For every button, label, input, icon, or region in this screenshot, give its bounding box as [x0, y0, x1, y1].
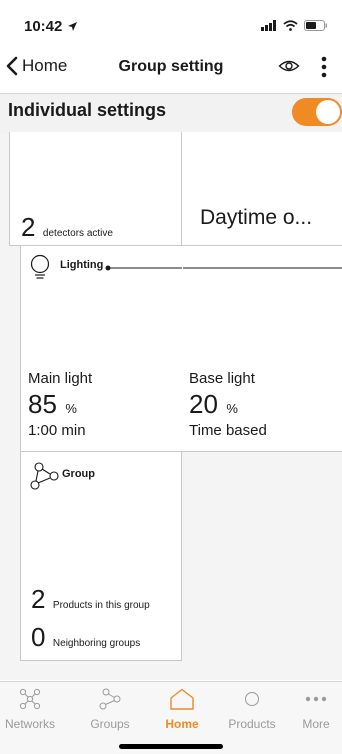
toggle-knob [316, 100, 340, 124]
tab-networks[interactable]: Networks [0, 688, 60, 731]
base-light-unit: % [226, 401, 238, 416]
battery-icon [304, 20, 327, 31]
daytime-tile[interactable]: Daytime o... [181, 132, 342, 246]
group-title: Group [62, 468, 95, 480]
neighbors-label: Neighboring groups [52, 638, 141, 649]
vertical-dots-icon [321, 56, 327, 78]
products-label: Products in this group [52, 600, 150, 611]
products-row: 2 Products in this group [31, 584, 150, 615]
lighting-tile[interactable]: Lighting Main light 85 % 1:00 min Base l… [20, 245, 342, 452]
status-time: 10:42 [24, 18, 78, 35]
individual-settings-header: Individual settings [0, 94, 342, 134]
base-light-value: 20 [189, 389, 218, 419]
networks-icon [19, 688, 41, 710]
tab-products[interactable]: Products [222, 688, 282, 731]
status-bar: 10:42 [0, 0, 342, 44]
tab-home[interactable]: Home [152, 688, 212, 731]
detectors-tile[interactable]: 2 detectors active [9, 132, 182, 246]
tab-more[interactable]: More [290, 688, 342, 731]
signal-icon [261, 20, 276, 31]
daytime-text: Daytime o... [200, 206, 313, 229]
products-icon [245, 692, 259, 706]
base-light-value-row: 20 % [189, 389, 267, 420]
main-light-value: 85 [28, 389, 57, 419]
more-icon [305, 696, 327, 702]
eye-icon [278, 60, 300, 72]
base-light-mode: Time based [189, 422, 267, 439]
main-light-unit: % [65, 401, 77, 416]
main-light-label: Main light [28, 370, 93, 387]
neighbors-row: 0 Neighboring groups [31, 622, 140, 653]
navigation-bar: Home Group setting [0, 52, 342, 88]
products-count: 2 [31, 584, 46, 614]
base-light-block: Base light 20 % Time based [189, 370, 267, 439]
wifi-icon [283, 20, 298, 31]
main-light-block: Main light 85 % 1:00 min [28, 370, 92, 439]
tab-products-label: Products [228, 717, 276, 731]
group-tile[interactable]: Group 2 Products in this group 0 Neighbo… [20, 451, 182, 661]
detectors-label: detectors active [42, 228, 113, 239]
group-icon [30, 462, 59, 490]
home-icon [170, 688, 194, 710]
tab-more-label: More [302, 717, 330, 731]
more-options-button[interactable] [320, 56, 328, 83]
main-light-value-row: 85 % [28, 389, 92, 420]
lightbulb-icon [30, 254, 50, 279]
connector-line-icon [105, 265, 342, 271]
tab-home-label: Home [165, 717, 199, 731]
detectors-count: 2 [21, 212, 36, 242]
location-arrow-icon [67, 22, 77, 31]
tab-groups-label: Groups [90, 717, 130, 731]
detectors-summary: 2 detectors active [21, 212, 113, 243]
system-icons [261, 20, 328, 31]
home-indicator [119, 744, 223, 749]
groups-icon [99, 688, 121, 710]
tiles-area[interactable]: 2 detectors active Daytime o... Lighting… [0, 132, 342, 680]
base-light-label: Base light [189, 370, 255, 387]
lighting-spacer [182, 246, 183, 360]
tab-networks-label: Networks [4, 717, 55, 731]
main-light-time: 1:00 min [28, 422, 86, 439]
neighbors-count: 0 [31, 622, 46, 652]
section-title: Individual settings [8, 100, 167, 120]
status-time-text: 10:42 [24, 18, 63, 35]
tab-groups[interactable]: Groups [80, 688, 140, 731]
lighting-title: Lighting [60, 259, 104, 271]
individual-settings-toggle[interactable] [292, 98, 342, 126]
visibility-button[interactable] [278, 56, 300, 81]
